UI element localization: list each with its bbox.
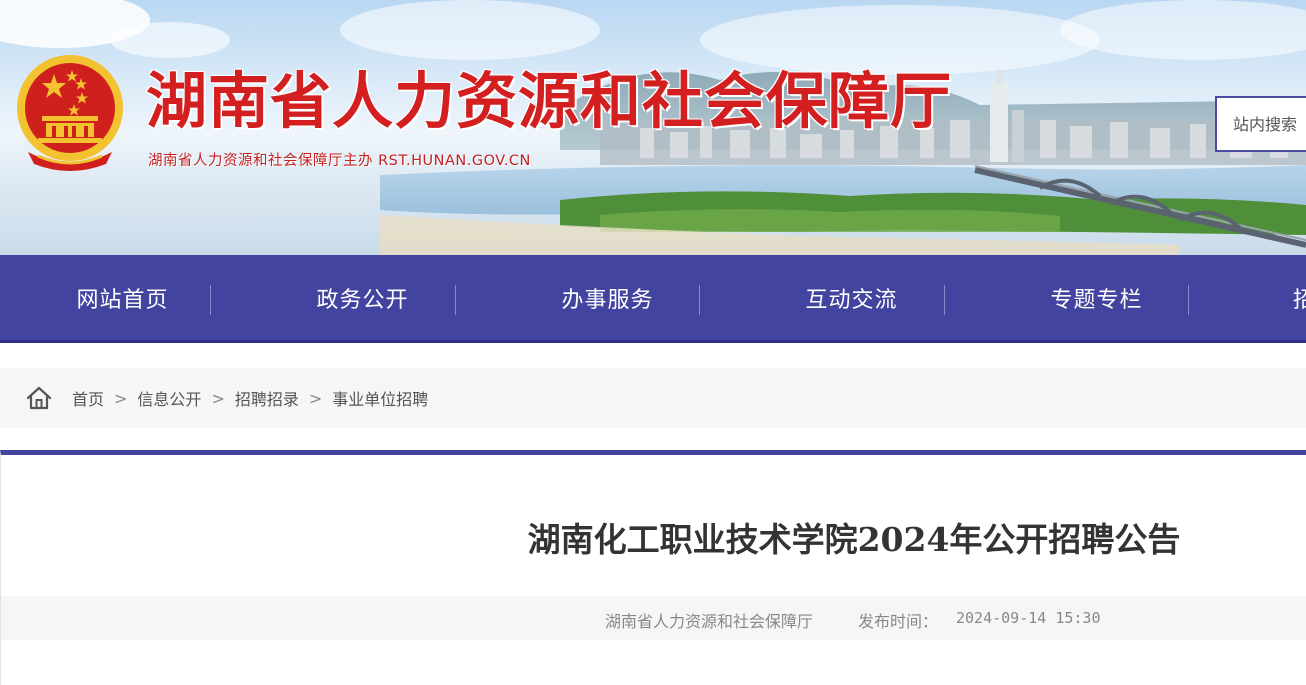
main-nav: 网站首页 政务公开 办事服务 互动交流 专题专栏 招 <box>0 255 1306 343</box>
home-icon[interactable] <box>26 386 52 410</box>
nav-item-label: 政务公开 <box>316 287 409 313</box>
article-meta: 湖南省人力资源和社会保障厅 发布时间： 2024-09-14 15:30 <box>1 596 1306 640</box>
nav-divider <box>1188 285 1189 315</box>
publish-time-label: 发布时间： <box>858 612 939 631</box>
nav-item-interaction[interactable]: 互动交流 <box>729 255 974 340</box>
nav-item-services[interactable]: 办事服务 <box>485 255 730 340</box>
header-banner: 湖南省人力资源和社会保障厅 湖南省人力资源和社会保障厅主办 RST.HUNAN.… <box>0 0 1306 255</box>
nav-divider <box>944 285 945 315</box>
nav-item-label: 网站首页 <box>76 287 169 313</box>
search-box[interactable] <box>1215 96 1306 152</box>
search-input[interactable] <box>1233 114 1306 134</box>
nav-item-label: 办事服务 <box>561 287 654 313</box>
nav-item-home[interactable]: 网站首页 <box>0 255 245 340</box>
nav-item-gov-affairs[interactable]: 政务公开 <box>240 255 485 340</box>
nav-item-label: 招 <box>1293 287 1306 313</box>
breadcrumb-separator: > <box>308 388 323 408</box>
breadcrumb-separator: > <box>211 388 225 408</box>
nav-item-label: 互动交流 <box>805 287 898 313</box>
nav-item-label: 专题专栏 <box>1050 287 1143 313</box>
site-title: 湖南省人力资源和社会保障厅 <box>146 66 953 137</box>
breadcrumb-separator: > <box>114 388 128 408</box>
article-panel: 湖南化工职业技术学院2024年公开招聘公告 湖南省人力资源和社会保障厅 发布时间… <box>0 450 1306 685</box>
breadcrumb-public-institution[interactable]: 事业单位招聘 <box>332 386 428 410</box>
nav-divider <box>455 285 456 315</box>
article-title: 湖南化工职业技术学院2024年公开招聘公告 <box>527 520 1181 559</box>
breadcrumb-info-public[interactable]: 信息公开 <box>137 386 201 410</box>
breadcrumb-home[interactable]: 首页 <box>72 386 104 410</box>
breadcrumb-recruitment[interactable]: 招聘招录 <box>235 386 299 410</box>
nav-divider <box>699 285 700 315</box>
publish-time: 2024-09-14 15:30 <box>956 609 1101 627</box>
article-source: 湖南省人力资源和社会保障厅 <box>605 612 814 631</box>
nav-divider <box>210 285 211 315</box>
national-emblem-icon <box>17 55 123 171</box>
site-subtitle: 湖南省人力资源和社会保障厅主办 RST.HUNAN.GOV.CN <box>148 153 531 169</box>
nav-item-recruit[interactable]: 招 <box>1293 255 1306 340</box>
breadcrumb: 首页 > 信息公开 > 招聘招录 > 事业单位招聘 <box>0 368 1306 428</box>
nav-item-topics[interactable]: 专题专栏 <box>974 255 1219 340</box>
